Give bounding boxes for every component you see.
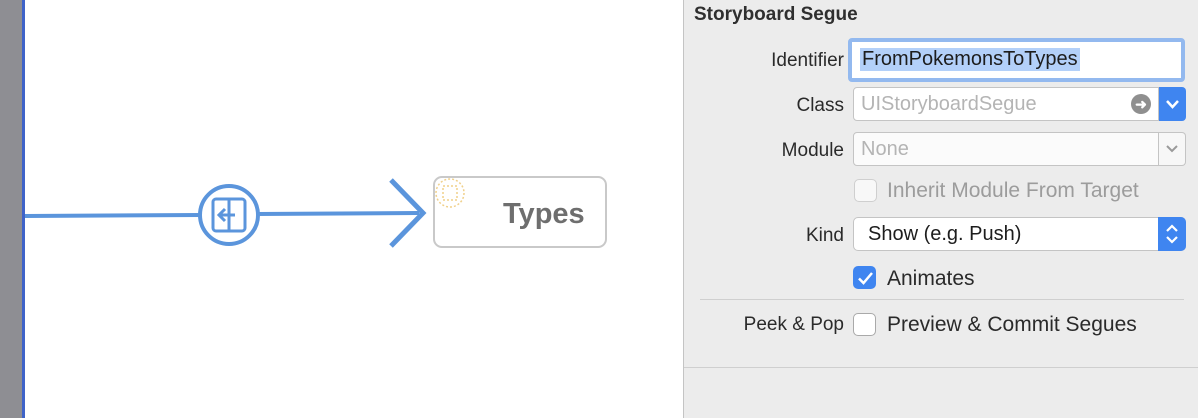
document-outline-strip xyxy=(0,0,22,418)
preview-commit-checkbox[interactable] xyxy=(853,313,876,336)
scene-placeholder-icon xyxy=(435,178,465,208)
checkmark-icon xyxy=(858,272,873,285)
segue-show-icon[interactable] xyxy=(198,184,260,246)
chevron-down-icon xyxy=(1166,145,1178,153)
inherit-module-checkbox[interactable] xyxy=(854,179,877,202)
kind-popup-button[interactable]: Show (e.g. Push) xyxy=(853,217,1186,251)
stepper-icon xyxy=(1158,217,1186,251)
animates-label: Animates xyxy=(887,267,975,290)
inherit-module-label: Inherit Module From Target xyxy=(887,179,1139,202)
class-dropdown-button[interactable] xyxy=(1159,87,1186,121)
chevron-down-icon xyxy=(1166,100,1179,109)
identifier-label: Identifier xyxy=(771,50,844,71)
kind-label: Kind xyxy=(805,225,844,246)
class-field[interactable]: UIStoryboardSegue ➜ xyxy=(853,87,1159,121)
module-label: Module xyxy=(781,140,844,161)
kind-value: Show (e.g. Push) xyxy=(868,223,1022,245)
identifier-field[interactable]: FromPokemonsToTypes xyxy=(848,38,1185,82)
peek-pop-label: Peek & Pop xyxy=(743,314,844,335)
segue-line-left xyxy=(25,213,202,218)
scene-node-types[interactable]: Types xyxy=(433,176,607,248)
navigate-arrow-icon[interactable]: ➜ xyxy=(1131,94,1151,114)
module-field[interactable]: None xyxy=(853,132,1159,166)
identifier-value: FromPokemonsToTypes xyxy=(860,48,1080,71)
class-label: Class xyxy=(796,95,844,116)
class-placeholder: UIStoryboardSegue xyxy=(861,93,1037,115)
preview-commit-label: Preview & Commit Segues xyxy=(887,313,1137,336)
scene-label: Types xyxy=(503,198,585,230)
storyboard-canvas[interactable]: Types xyxy=(25,0,683,418)
attributes-inspector: Storyboard Segue Identifier FromPokemons… xyxy=(684,0,1198,418)
module-dropdown-button[interactable] xyxy=(1159,132,1186,166)
module-placeholder: None xyxy=(861,138,909,160)
animates-checkbox[interactable] xyxy=(853,266,876,289)
section-divider-bottom xyxy=(684,367,1198,368)
section-divider xyxy=(700,299,1184,300)
segue-line-right xyxy=(256,211,420,216)
section-title: Storyboard Segue xyxy=(694,4,858,25)
